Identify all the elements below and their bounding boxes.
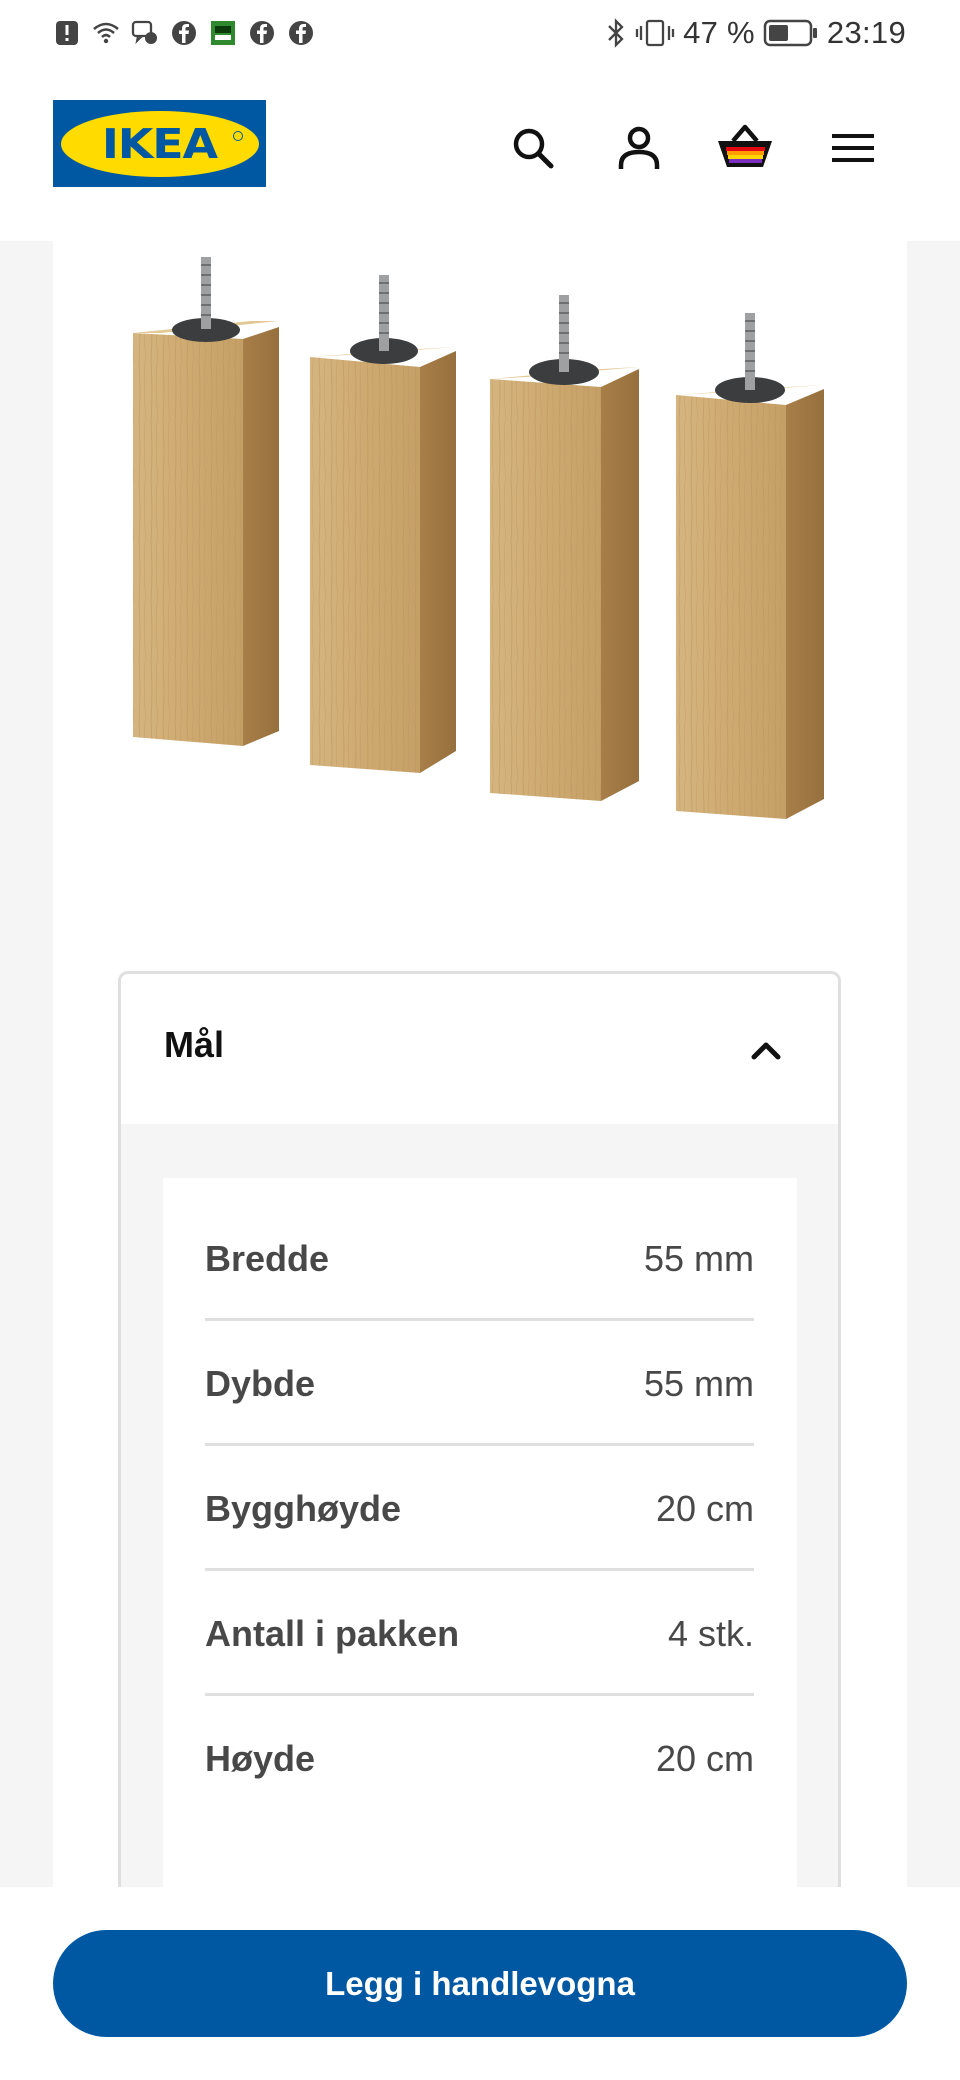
- wifi-icon: [93, 22, 119, 44]
- logo-text: IKEA: [101, 119, 218, 168]
- battery-percent: 47 %: [683, 15, 755, 50]
- status-bar: 47 % 23:19: [0, 0, 960, 66]
- menu-icon: [832, 134, 874, 162]
- search-button[interactable]: [501, 116, 565, 180]
- alert-icon: [56, 21, 78, 45]
- cart-button[interactable]: [713, 116, 777, 180]
- status-left-icons: [52, 14, 316, 52]
- table-row: Bygghøyde 20 cm: [205, 1446, 754, 1571]
- dimension-label: Bygghøyde: [205, 1488, 402, 1529]
- accordion-header[interactable]: Mål: [121, 974, 838, 1124]
- chat-icon: [131, 20, 157, 45]
- vibrate-icon: [635, 19, 675, 47]
- table-row: Antall i pakken 4 stk.: [205, 1571, 754, 1696]
- dimension-label: Dybde: [205, 1363, 316, 1404]
- app-icon: [211, 21, 235, 45]
- dimension-value: 4 stk.: [667, 1613, 754, 1654]
- account-button[interactable]: [607, 116, 671, 180]
- battery-icon: [763, 19, 817, 47]
- facebook-icon: [172, 21, 196, 45]
- clock: 23:19: [826, 15, 906, 50]
- table-row: Høyde 20 cm: [205, 1696, 754, 1821]
- product-image[interactable]: [53, 241, 907, 881]
- bottom-action-bar: Legg i handlevogna: [0, 1887, 960, 2080]
- logo-oval: IKEA: [60, 110, 259, 177]
- table-row: Dybde 55 mm: [205, 1321, 754, 1446]
- dimensions-accordion: Mål Bredde 55 mm Dybde 55 mm Bygghøyde 2…: [118, 971, 841, 1901]
- furniture-legs-image: [133, 257, 824, 819]
- menu-button[interactable]: [821, 116, 885, 180]
- search-icon: [513, 128, 554, 169]
- dimension-label: Antall i pakken: [205, 1613, 460, 1654]
- add-to-cart-button[interactable]: Legg i handlevogna: [53, 1930, 907, 2037]
- dimension-value: 55 mm: [643, 1238, 754, 1279]
- ikea-logo[interactable]: IKEA: [53, 100, 266, 187]
- chevron-up-icon: [751, 1042, 781, 1060]
- registered-mark: [232, 130, 243, 141]
- table-row: Bredde 55 mm: [205, 1196, 754, 1321]
- dimension-value: 55 mm: [643, 1363, 754, 1404]
- shopping-basket-icon: [718, 124, 772, 167]
- site-header: IKEA: [0, 66, 960, 241]
- user-icon: [618, 126, 660, 169]
- dimensions-panel: Bredde 55 mm Dybde 55 mm Bygghøyde 20 cm…: [163, 1178, 797, 1901]
- dimension-label: Høyde: [205, 1738, 316, 1779]
- status-right-icons: 47 % 23:19: [605, 14, 906, 52]
- facebook-icon: [250, 21, 274, 45]
- page-gutter-right: [907, 241, 960, 1887]
- dimension-value: 20 cm: [655, 1488, 754, 1529]
- page-gutter-left: [0, 241, 53, 1887]
- dimension-label: Bredde: [205, 1238, 330, 1279]
- bluetooth-icon: [608, 18, 624, 48]
- accordion-title: Mål: [164, 1024, 225, 1065]
- dimension-value: 20 cm: [655, 1738, 754, 1779]
- facebook-icon: [289, 21, 313, 45]
